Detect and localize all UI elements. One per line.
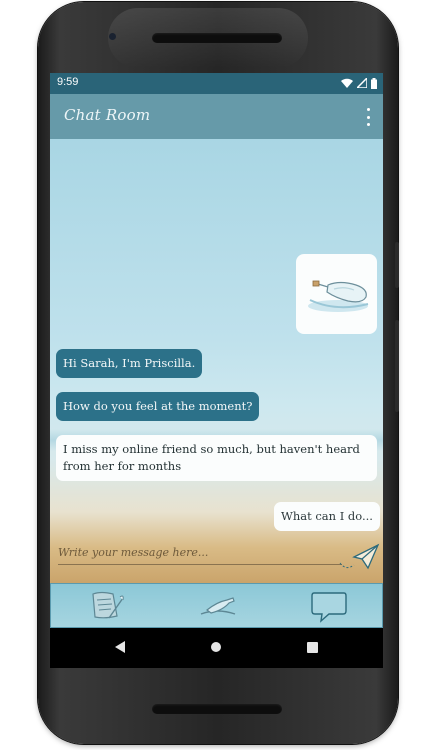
scroll-letter-icon bbox=[92, 591, 124, 619]
nav-letters[interactable] bbox=[85, 588, 129, 624]
bottom-speaker bbox=[152, 704, 282, 714]
speech-bubble-icon bbox=[311, 592, 347, 623]
nav-bottle[interactable] bbox=[198, 588, 238, 624]
system-navigation-bar bbox=[50, 628, 383, 668]
message-bottle-icon bbox=[308, 280, 369, 312]
back-icon[interactable] bbox=[114, 640, 126, 654]
image-message[interactable] bbox=[296, 254, 377, 334]
nav-chat[interactable] bbox=[307, 588, 351, 624]
overflow-menu-icon[interactable] bbox=[365, 108, 371, 126]
bottom-nav bbox=[50, 583, 383, 628]
message-bottle-icon bbox=[200, 597, 236, 615]
app-bar: Chat Room bbox=[50, 94, 383, 139]
message-input[interactable]: Write your message here... bbox=[58, 546, 342, 565]
page-title: Chat Room bbox=[64, 106, 151, 124]
chat-area[interactable]: Hi Sarah, I'm Priscilla. How do you feel… bbox=[50, 139, 383, 583]
front-camera bbox=[109, 33, 116, 40]
signal-icon bbox=[357, 78, 367, 88]
status-bar: 9:59 bbox=[50, 73, 383, 94]
message-bubble-incoming[interactable]: I miss my online friend so much, but hav… bbox=[56, 435, 377, 481]
power-button bbox=[395, 242, 399, 288]
wifi-icon bbox=[341, 78, 353, 88]
earpiece-speaker bbox=[152, 33, 282, 43]
recents-icon[interactable] bbox=[307, 642, 318, 653]
message-bubble-incoming[interactable]: Hi Sarah, I'm Priscilla. bbox=[56, 349, 203, 378]
volume-button bbox=[395, 320, 399, 412]
send-icon[interactable] bbox=[338, 541, 380, 573]
home-icon[interactable] bbox=[210, 641, 222, 653]
message-bubble-outgoing[interactable]: What can I do... bbox=[274, 502, 380, 531]
battery-icon bbox=[371, 77, 377, 89]
screen: 9:59 Chat Room Hi Sarah, I'm Priscilla. … bbox=[50, 73, 383, 668]
composer: Write your message here... bbox=[50, 537, 383, 583]
status-time: 9:59 bbox=[57, 76, 79, 88]
message-bubble-incoming[interactable]: How do you feel at the moment? bbox=[56, 392, 260, 421]
